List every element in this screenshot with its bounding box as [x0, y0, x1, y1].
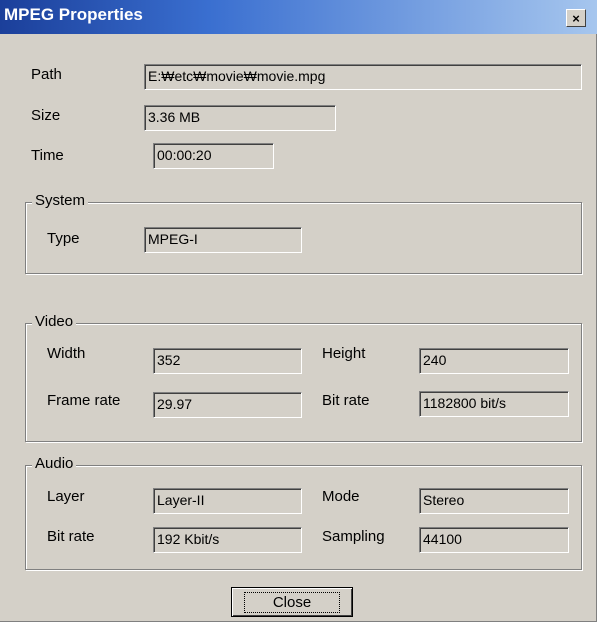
video-group-title: Video [32, 313, 77, 330]
video-group [25, 323, 582, 442]
height-field: 240 [419, 348, 569, 374]
time-label: Time [31, 147, 64, 164]
system-group-title: System [32, 192, 89, 209]
audio-bitrate-field: 192 Kbit/s [153, 527, 302, 553]
height-label: Height [322, 345, 366, 362]
layer-label: Layer [47, 488, 85, 505]
path-field: E:₩etc₩movie₩movie.mpg [144, 64, 582, 90]
video-bitrate-field: 1182800 bit/s [419, 391, 569, 417]
sampling-label: Sampling [322, 528, 385, 545]
framerate-label: Frame rate [47, 392, 121, 409]
size-field: 3.36 MB [144, 105, 336, 131]
type-label: Type [47, 230, 80, 247]
time-field: 00:00:20 [153, 143, 274, 169]
framerate-field: 29.97 [153, 392, 302, 418]
mode-label: Mode [322, 488, 360, 505]
system-group [25, 202, 582, 274]
size-label: Size [31, 107, 61, 124]
close-icon[interactable]: × [566, 9, 586, 27]
mode-field: Stereo [419, 488, 569, 514]
audio-group-title: Audio [32, 455, 77, 472]
path-label: Path [31, 66, 62, 83]
width-label: Width [47, 345, 86, 362]
title-bar[interactable]: MPEG Properties × [0, 0, 597, 34]
video-bitrate-label: Bit rate [322, 392, 370, 409]
width-field: 352 [153, 348, 302, 374]
close-button[interactable]: Close [231, 587, 353, 617]
sampling-field: 44100 [419, 527, 569, 553]
layer-field: Layer-II [153, 488, 302, 514]
audio-bitrate-label: Bit rate [47, 528, 95, 545]
audio-group [25, 465, 582, 570]
close-button-label: Close [243, 591, 341, 613]
close-glyph: × [572, 10, 580, 26]
mpeg-properties-dialog: MPEG Properties × Path E:₩etc₩movie₩movi… [0, 0, 597, 622]
window-title: MPEG Properties [4, 5, 143, 24]
type-field: MPEG-I [144, 227, 302, 253]
